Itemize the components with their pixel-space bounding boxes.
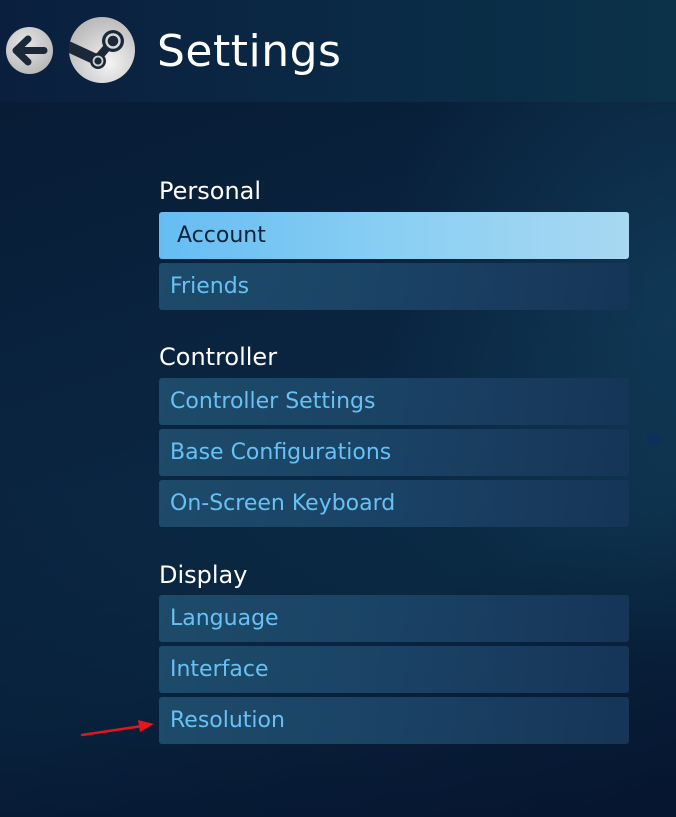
section-title-personal: Personal	[159, 177, 262, 205]
back-button[interactable]	[6, 27, 53, 74]
menu-item-on-screen-keyboard[interactable]: On-Screen Keyboard	[159, 480, 629, 527]
menu-item-friends[interactable]: Friends	[159, 263, 629, 310]
steam-logo-icon	[69, 17, 135, 83]
menu-item-base-configurations[interactable]: Base Configurations	[159, 429, 629, 476]
page-title: Settings	[157, 26, 342, 77]
menu-item-resolution[interactable]: Resolution	[159, 697, 629, 744]
arrow-left-icon	[12, 35, 48, 66]
menu-item-controller-settings[interactable]: Controller Settings	[159, 378, 629, 425]
focus-indicator-dot	[647, 433, 661, 447]
menu-item-interface[interactable]: Interface	[159, 646, 629, 693]
header-bar: Settings	[0, 0, 676, 102]
red-arrow-annotation	[80, 720, 154, 737]
section-title-display: Display	[159, 561, 248, 589]
menu-item-account[interactable]: Account	[159, 212, 629, 259]
section-title-controller: Controller	[159, 343, 278, 371]
menu-item-language[interactable]: Language	[159, 595, 629, 642]
